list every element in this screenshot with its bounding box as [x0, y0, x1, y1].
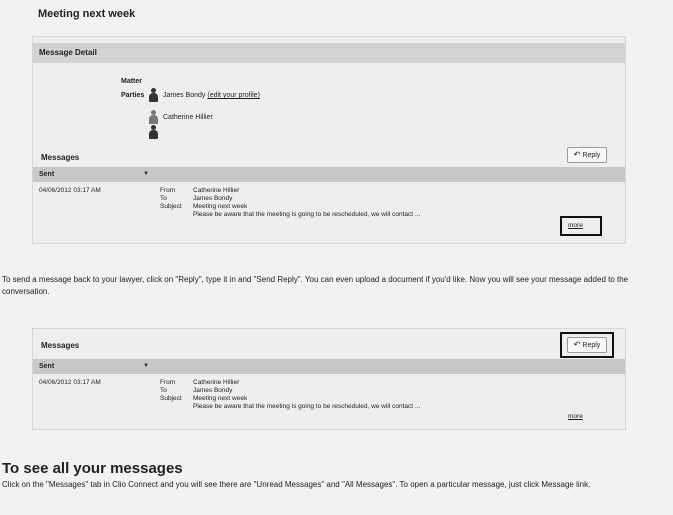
from-value-2: Catherine Hillier — [193, 379, 240, 386]
contact-avatar-icon — [149, 110, 158, 124]
from-label-2: From — [160, 379, 176, 386]
to-label: To — [160, 195, 167, 202]
subject-label: Subject — [160, 203, 182, 210]
reply-highlight-box — [560, 332, 614, 358]
sent-column-header-2[interactable]: Sent ▼ — [33, 359, 625, 374]
reply-icon: ↶ — [573, 150, 581, 159]
to-value-2: James Bondy — [193, 387, 233, 394]
party2-name: Catherine Hillier — [163, 114, 213, 121]
message-detail-heading: Message Detail — [33, 43, 625, 63]
message-detail-panel: Message Detail Matter Parties James Bond… — [32, 36, 626, 244]
edit-profile-link[interactable]: (edit your profile) — [207, 92, 260, 99]
subject-label-2: Subject — [160, 395, 182, 402]
subject-value: Meeting next week — [193, 203, 248, 210]
avatar-icon — [149, 125, 158, 139]
message-preview[interactable]: Please be aware that the meeting is goin… — [193, 211, 420, 218]
subject-value-2: Meeting next week — [193, 395, 248, 402]
message-date: 04/06/2012 03:17 AM — [39, 187, 101, 194]
user-avatar-icon — [149, 88, 158, 102]
reply-label: Reply — [582, 152, 601, 159]
messages-panel: Messages ↶ Reply Sent ▼ 04/06/2012 03:17 … — [32, 328, 626, 430]
section-text: Click on the "Messages" tab in Clio Conn… — [2, 480, 591, 489]
sent-label-2: Sent — [39, 363, 55, 370]
message-preview-2[interactable]: Please be aware that the meeting is goin… — [193, 403, 420, 410]
more-link-2[interactable]: more — [568, 413, 583, 420]
parties-label: Parties — [121, 92, 145, 99]
from-value: Catherine Hillier — [193, 187, 240, 194]
message-date-2: 04/06/2012 03:17 AM — [39, 379, 101, 386]
party1-line: James Bondy (edit your profile) — [163, 92, 260, 99]
party1-name: James Bondy — [163, 92, 206, 99]
sent-label: Sent — [39, 171, 55, 178]
sent-column-header[interactable]: Sent ▼ — [33, 167, 625, 182]
matter-label: Matter — [121, 78, 143, 85]
to-value: James Bondy — [193, 195, 233, 202]
section-heading: To see all your messages — [2, 460, 183, 477]
messages-heading-2: Messages — [41, 341, 80, 350]
sort-arrow-icon: ▼ — [143, 171, 149, 177]
from-label: From — [160, 187, 176, 194]
page-title: Meeting next week — [38, 8, 136, 20]
reply-button[interactable]: ↶ Reply — [567, 147, 607, 163]
sort-arrow-icon-2: ▼ — [143, 363, 149, 369]
more-highlight-box — [560, 216, 602, 236]
to-label-2: To — [160, 387, 167, 394]
messages-heading: Messages — [41, 153, 80, 162]
instruction-text: To send a message back to your lawyer, c… — [2, 275, 629, 296]
